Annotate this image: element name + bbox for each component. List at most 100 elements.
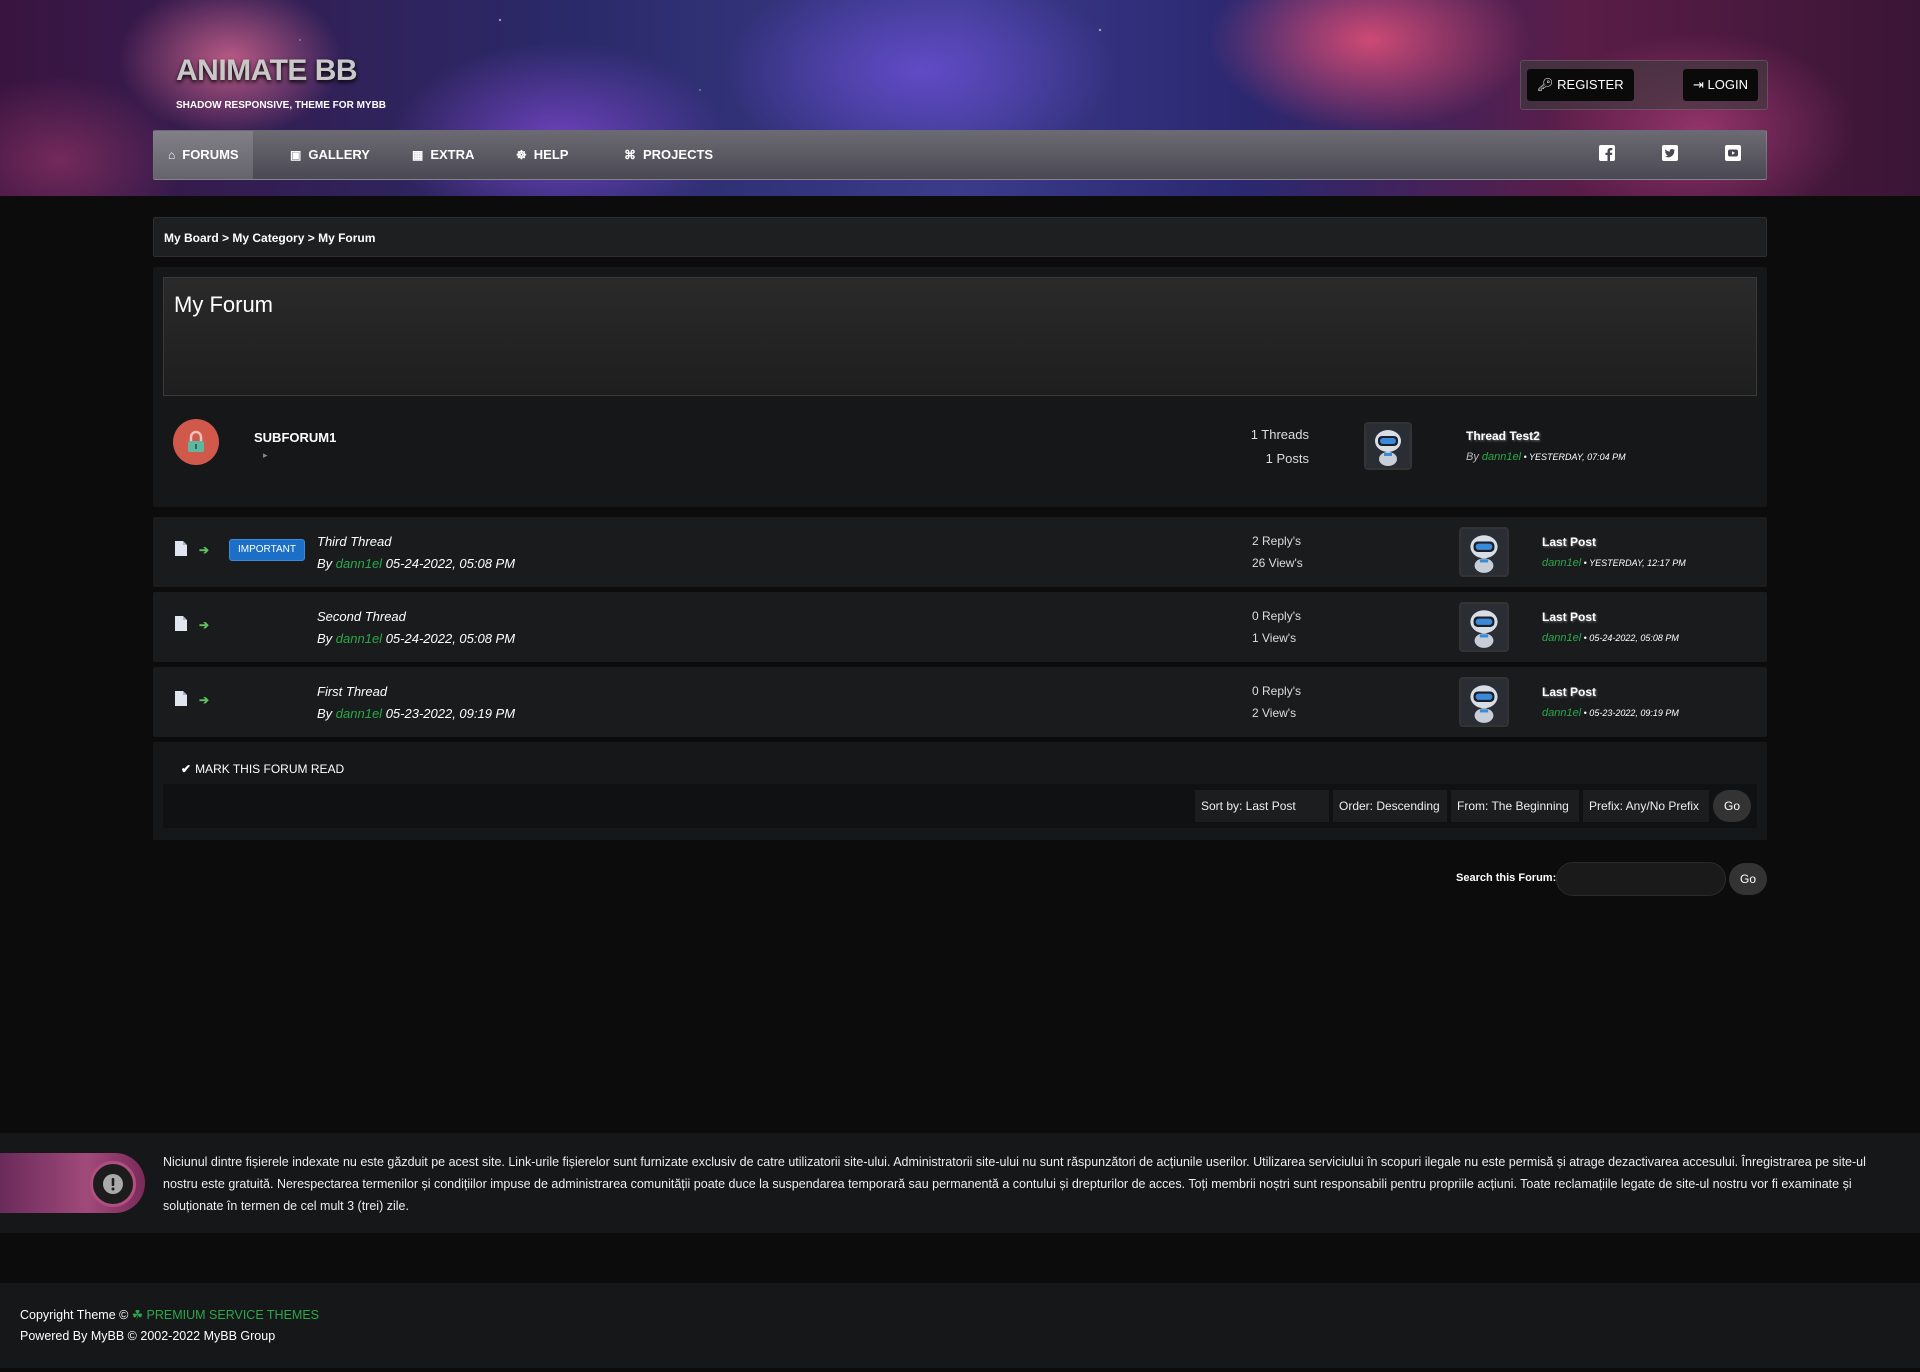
forum-panel: My Forum SUBFORUM1 ▸ 1 Threads 1 Posts T… [153, 267, 1767, 507]
last-post-info: dann1el • 05-24-2022, 05:08 PM [1542, 632, 1679, 644]
search-label: Search this Forum: [1456, 872, 1557, 884]
thread-title-link[interactable]: Second Thread [317, 609, 406, 624]
nav-extra[interactable]: ▦ EXTRA [398, 131, 488, 179]
last-post-link[interactable]: Last Post [1542, 535, 1596, 549]
nav-projects[interactable]: ⌘ PROJECTS [610, 131, 727, 179]
by-label: By [317, 556, 333, 571]
user-link[interactable]: dann1el [1482, 451, 1521, 463]
thread-date: 05-24-2022, 05:08 PM [382, 631, 516, 646]
site-logo[interactable]: ANIMATE BB [176, 54, 358, 88]
nav-forums-label: FORUMS [182, 147, 239, 162]
exclamation-icon [90, 1161, 136, 1207]
user-link[interactable]: dann1el [1542, 557, 1581, 569]
by-label: By [1466, 451, 1479, 463]
search-input[interactable] [1556, 862, 1726, 896]
twitter-icon[interactable] [1659, 144, 1681, 166]
powered-by: Powered By MyBB © 2002-2022 MyBB Group [20, 1329, 276, 1343]
breadcrumb-category[interactable]: My Category [232, 231, 304, 245]
nav-gallery-label: GALLERY [308, 147, 370, 162]
sort-bar: Sort by: Last Post Order: Descending Fro… [163, 784, 1757, 828]
facebook-icon[interactable] [1596, 144, 1618, 166]
leaf-icon: ☘ [131, 1308, 144, 1322]
thread-title-link[interactable]: Third Thread [317, 534, 391, 549]
user-link[interactable]: dann1el [336, 556, 382, 571]
document-icon [175, 541, 187, 556]
nav-extra-label: EXTRA [430, 147, 475, 162]
youtube-icon[interactable] [1722, 144, 1744, 166]
page-title: My Forum [163, 277, 1757, 396]
login-button[interactable]: ⇥ LOGIN [1683, 69, 1758, 101]
user-link[interactable]: dann1el [336, 706, 382, 721]
auth-box: 🔑︎ REGISTER ⇥ LOGIN [1520, 60, 1768, 110]
thread-views: 2 View's [1252, 706, 1297, 720]
thread-views: 1 View's [1252, 631, 1297, 645]
breadcrumb-forum[interactable]: My Forum [318, 231, 375, 245]
table-row: ➔ IMPORTANT Third Thread By dann1el 05-2… [153, 517, 1767, 587]
avatar[interactable] [1459, 677, 1509, 727]
from-select[interactable]: From: The Beginning [1451, 790, 1579, 822]
forum-controls: ✔ MARK THIS FORUM READ Sort by: Last Post… [153, 742, 1767, 840]
register-button[interactable]: 🔑︎ REGISTER [1527, 69, 1634, 101]
thread-date: 05-23-2022, 09:19 PM [382, 706, 516, 721]
thread-replies: 0 Reply's [1252, 684, 1301, 698]
status-badge: IMPORTANT [229, 539, 305, 561]
copyright-prefix: Copyright Theme © [20, 1308, 132, 1322]
order-select[interactable]: Order: Descending [1333, 790, 1447, 822]
search-go-button[interactable]: Go [1729, 863, 1767, 895]
lock-icon [173, 419, 219, 465]
arrow-right-icon: ➔ [199, 618, 210, 632]
table-row: ➔ Second Thread By dann1el 05-24-2022, 0… [153, 592, 1767, 662]
thread-views: 26 View's [1252, 556, 1303, 570]
theme-link[interactable]: PREMIUM SERVICE THEMES [147, 1308, 320, 1322]
arrow-right-icon: ➔ [199, 543, 210, 557]
thread-author-line: By dann1el 05-24-2022, 05:08 PM [317, 556, 515, 571]
last-post-time: • YESTERDAY, 12:17 PM [1581, 558, 1686, 568]
document-icon [175, 616, 187, 631]
thread-date: 05-24-2022, 05:08 PM [382, 556, 516, 571]
user-link[interactable]: dann1el [1542, 707, 1581, 719]
user-link[interactable]: dann1el [336, 631, 382, 646]
subforum-posts: 1 Posts [1265, 451, 1309, 466]
user-link[interactable]: dann1el [1542, 632, 1581, 644]
login-icon: ⇥ [1693, 77, 1704, 92]
mark-read-label: MARK THIS FORUM READ [195, 762, 345, 776]
subforum-caret-icon: ▸ [263, 450, 268, 460]
thread-replies: 2 Reply's [1252, 534, 1301, 548]
nav-forums[interactable]: ⌂ FORUMS [154, 131, 253, 179]
avatar[interactable] [1459, 602, 1509, 652]
nav-help[interactable]: ☸ HELP [502, 131, 582, 179]
subforum-last-thread[interactable]: Thread Test2 [1466, 429, 1540, 443]
lifebuoy-icon: ☸ [516, 148, 527, 162]
sort-by-select[interactable]: Sort by: Last Post [1195, 790, 1329, 822]
images-icon: ▣ [290, 148, 302, 162]
breadcrumb-board[interactable]: My Board [164, 231, 219, 245]
breadcrumb-separator: > [304, 231, 319, 245]
thread-author-line: By dann1el 05-23-2022, 09:19 PM [317, 706, 515, 721]
avatar[interactable] [1459, 527, 1509, 577]
last-post-link[interactable]: Last Post [1542, 685, 1596, 699]
subforum-link[interactable]: SUBFORUM1 [254, 430, 336, 445]
copyright-line: Copyright Theme © ☘ PREMIUM SERVICE THEM… [20, 1307, 319, 1322]
thread-replies: 0 Reply's [1252, 609, 1301, 623]
main-nav: ⌂ FORUMS ▣ GALLERY ▦ EXTRA ☸ HELP ⌘ PROJECTS [153, 130, 1767, 180]
thread-title-link[interactable]: First Thread [317, 684, 387, 699]
breadcrumb: My Board > My Category > My Forum [153, 217, 1767, 257]
login-label: LOGIN [1707, 77, 1748, 92]
sort-go-button[interactable]: Go [1713, 790, 1751, 822]
nav-gallery[interactable]: ▣ GALLERY [276, 131, 384, 179]
avatar[interactable] [1364, 422, 1412, 470]
breadcrumb-separator: > [218, 231, 233, 245]
nav-help-label: HELP [533, 147, 569, 162]
check-icon: ✔ [181, 762, 192, 776]
thread-author-line: By dann1el 05-24-2022, 05:08 PM [317, 631, 515, 646]
arrow-right-icon: ➔ [199, 693, 210, 707]
grid-icon: ▦ [412, 148, 424, 162]
prefix-select[interactable]: Prefix: Any/No Prefix [1583, 790, 1709, 822]
last-post-info: dann1el • 05-23-2022, 09:19 PM [1542, 707, 1679, 719]
home-icon: ⌂ [168, 148, 176, 162]
nav-projects-label: PROJECTS [643, 147, 714, 162]
last-post-link[interactable]: Last Post [1542, 610, 1596, 624]
footer: Copyright Theme © ☘ PREMIUM SERVICE THEM… [0, 1283, 1920, 1368]
last-post-time: • 05-24-2022, 05:08 PM [1581, 633, 1679, 643]
mark-forum-read-link[interactable]: ✔ MARK THIS FORUM READ [181, 762, 344, 776]
